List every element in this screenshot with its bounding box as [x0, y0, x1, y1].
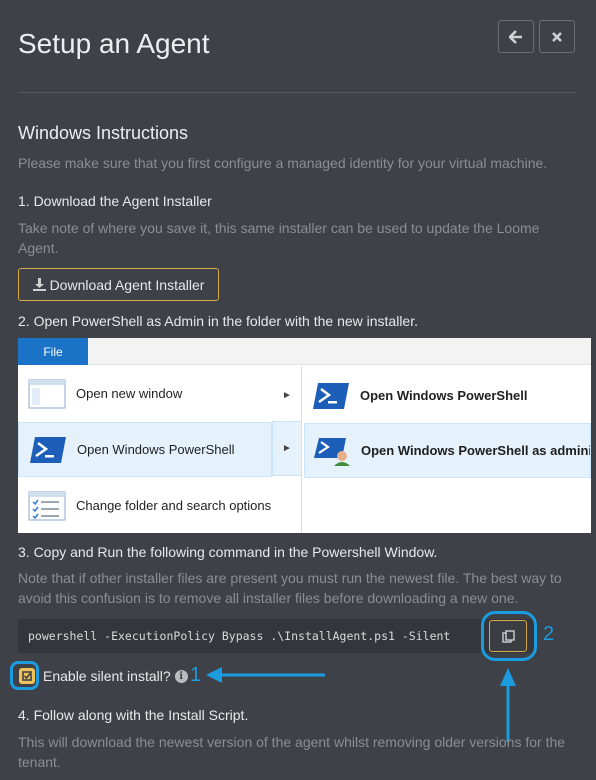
step4-heading: 4. Follow along with the Install Script.: [18, 707, 249, 723]
step4-note: This will download the newest version of…: [18, 734, 566, 770]
callout-arrows: [206, 667, 516, 742]
